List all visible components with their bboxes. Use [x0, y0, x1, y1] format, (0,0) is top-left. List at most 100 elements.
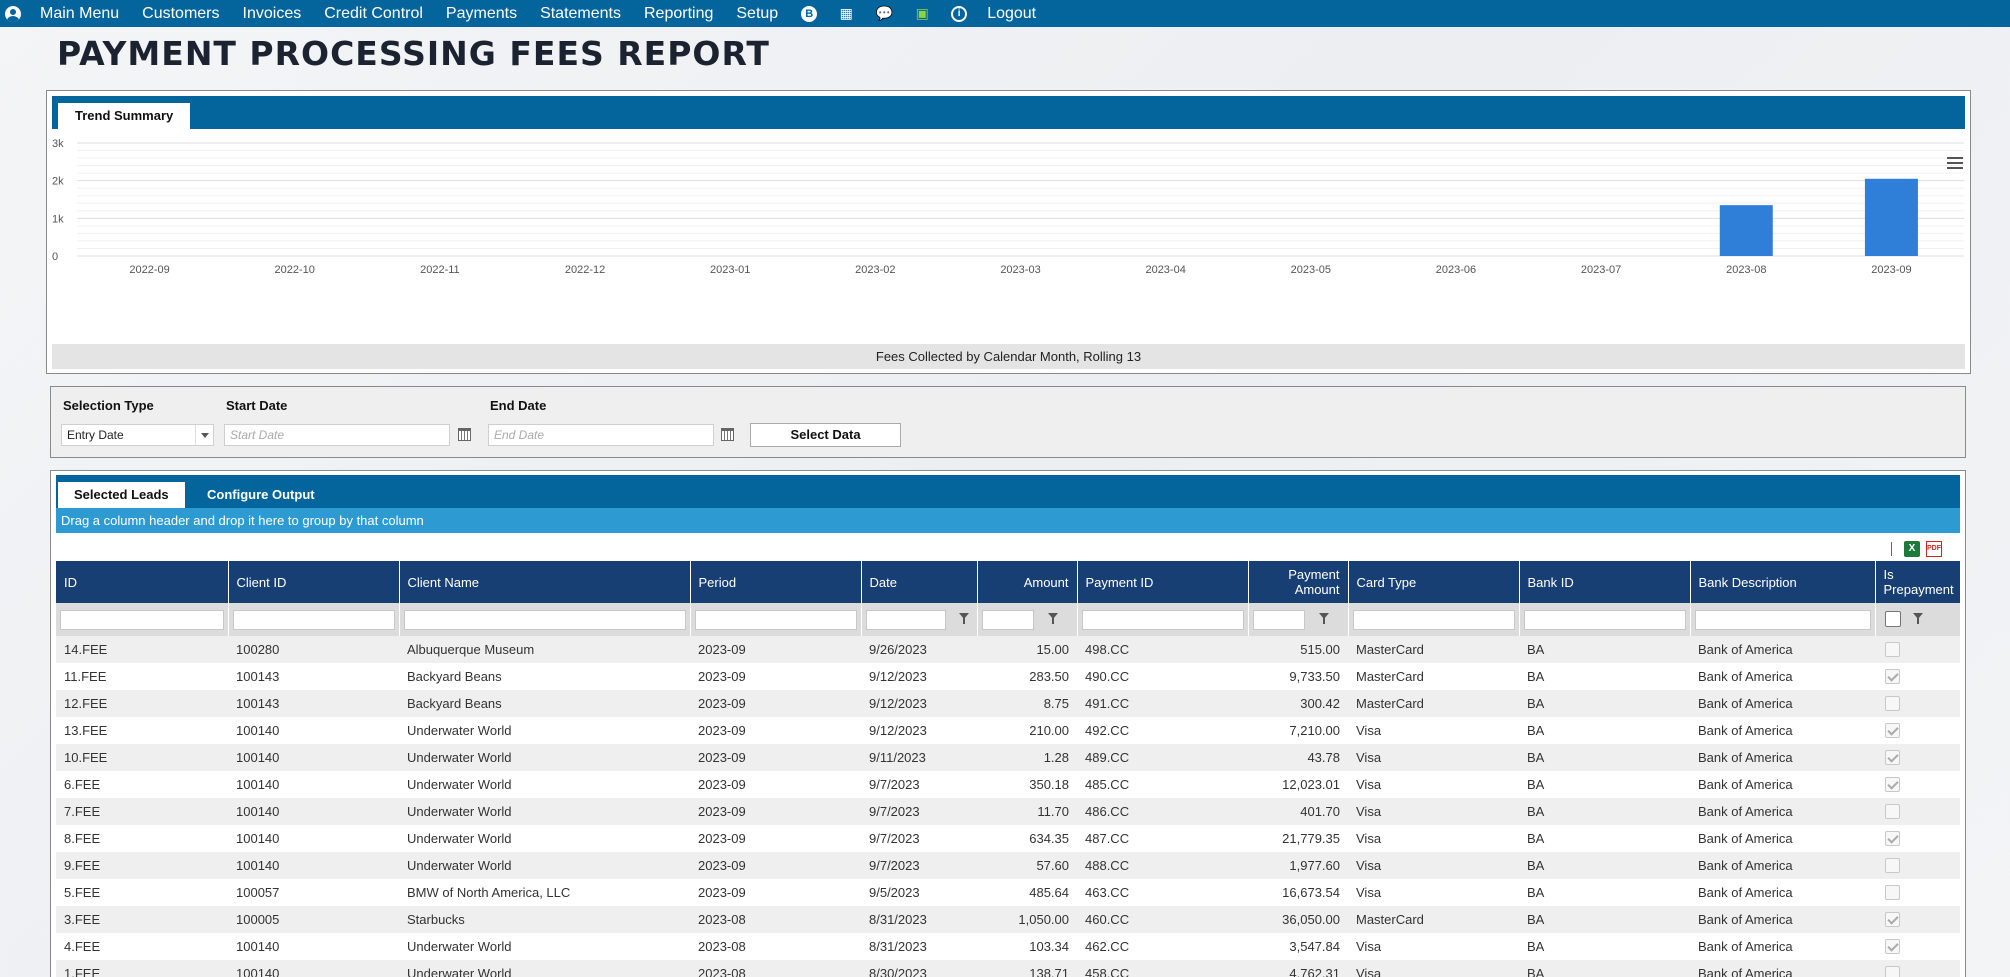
cell-payment-amount: 12,023.01	[1248, 771, 1348, 798]
nav-setup[interactable]: Setup	[736, 5, 778, 23]
prepayment-checkbox[interactable]	[1885, 939, 1900, 954]
prepayment-checkbox[interactable]	[1885, 858, 1900, 873]
filter-bank-id-input[interactable]	[1523, 609, 1686, 630]
table-row[interactable]: 12.FEE 100143 Backyard Beans 2023-09 9/12/20…	[56, 690, 1960, 717]
prepayment-checkbox[interactable]	[1885, 723, 1900, 738]
chevron-down-icon[interactable]	[195, 425, 213, 445]
cell-is-prepayment	[1875, 852, 1960, 879]
col-header-payment-amount[interactable]: Payment Amount	[1248, 561, 1349, 603]
cell-date: 9/12/2023	[861, 690, 977, 717]
table-row[interactable]: 11.FEE 100143 Backyard Beans 2023-09 9/12/20…	[56, 663, 1960, 690]
prepayment-checkbox[interactable]	[1885, 912, 1900, 927]
start-date-input[interactable]: Start Date	[224, 424, 450, 446]
nav-main-menu[interactable]: Main Menu	[40, 5, 119, 23]
cell-is-prepayment	[1875, 798, 1960, 825]
filter-icon[interactable]	[958, 613, 969, 624]
nav-statements[interactable]: Statements	[540, 5, 621, 23]
nav-invoices[interactable]: Invoices	[243, 5, 302, 23]
filter-payment-amount-input[interactable]	[1252, 609, 1305, 630]
col-header-date[interactable]: Date	[861, 561, 978, 603]
y-tick-label: 3k	[52, 138, 64, 150]
table-row[interactable]: 10.FEE 100140 Underwater World 2023-09 9/11/…	[56, 744, 1960, 771]
info-icon[interactable]: i	[951, 5, 968, 22]
prepayment-checkbox[interactable]	[1885, 750, 1900, 765]
x-tick-label: 2023-05	[1291, 264, 1331, 276]
select-data-button[interactable]: Select Data	[750, 423, 901, 447]
table-row[interactable]: 4.FEE 100140 Underwater World 2023-08 8/31/2…	[56, 933, 1960, 960]
filter-period-input[interactable]	[694, 609, 857, 630]
cell-payment-amount: 7,210.00	[1248, 717, 1348, 744]
filter-card-type-input[interactable]	[1352, 609, 1515, 630]
filter-client-id-input[interactable]	[232, 609, 395, 630]
col-header-amount[interactable]: Amount	[977, 561, 1078, 603]
cell-card-type: Visa	[1348, 717, 1519, 744]
col-header-payment-id[interactable]: Payment ID	[1077, 561, 1249, 603]
b-badge-icon[interactable]: B	[801, 5, 818, 22]
cell-client-name: Underwater World	[399, 798, 690, 825]
nav-credit-control[interactable]: Credit Control	[324, 5, 423, 23]
prepayment-checkbox[interactable]	[1885, 831, 1900, 846]
tab-trend-summary[interactable]: Trend Summary	[58, 103, 191, 129]
cell-date: 9/5/2023	[861, 879, 977, 906]
table-row[interactable]: 6.FEE 100140 Underwater World 2023-09 9/7/20…	[56, 771, 1960, 798]
calendar-icon[interactable]	[721, 428, 734, 441]
prepayment-checkbox[interactable]	[1885, 966, 1900, 977]
col-header-period[interactable]: Period	[690, 561, 862, 603]
prepayment-checkbox[interactable]	[1885, 669, 1900, 684]
filter-payment-id-input[interactable]	[1081, 609, 1244, 630]
cell-amount: 1,050.00	[977, 906, 1077, 933]
cell-card-type: Visa	[1348, 852, 1519, 879]
col-header-id[interactable]: ID	[56, 561, 229, 603]
chat-icon[interactable]: 💬	[875, 5, 893, 23]
col-header-client-name[interactable]: Client Name	[399, 561, 691, 603]
table-row[interactable]: 1.FEE 100140 Underwater World 2023-08 8/30/2…	[56, 960, 1960, 977]
col-header-card-type[interactable]: Card Type	[1348, 561, 1520, 603]
table-row[interactable]: 14.FEE 100280 Albuquerque Museum 2023-09 9/2…	[56, 636, 1960, 663]
prepayment-checkbox[interactable]	[1885, 642, 1900, 657]
excel-export-icon[interactable]: X	[1904, 541, 1920, 557]
nav-logout[interactable]: Logout	[987, 5, 1036, 23]
filter-icon[interactable]	[1912, 613, 1923, 624]
filter-prepayment-checkbox[interactable]	[1884, 611, 1901, 627]
nav-payments[interactable]: Payments	[446, 5, 517, 23]
pdf-export-icon[interactable]: PDF	[1926, 541, 1942, 557]
user-icon[interactable]	[5, 5, 21, 22]
selection-type-dropdown[interactable]: Entry Date	[61, 424, 214, 446]
end-date-input[interactable]: End Date	[488, 424, 714, 446]
prepayment-checkbox[interactable]	[1885, 777, 1900, 792]
table-row[interactable]: 13.FEE 100140 Underwater World 2023-09 9/12/…	[56, 717, 1960, 744]
cell-is-prepayment	[1875, 690, 1960, 717]
cell-id: 14.FEE	[56, 636, 228, 663]
filter-id-input[interactable]	[60, 609, 224, 630]
table-row[interactable]: 3.FEE 100005 Starbucks 2023-08 8/31/2023 1,05…	[56, 906, 1960, 933]
calendar-icon[interactable]	[458, 428, 471, 441]
group-by-bar[interactable]: Drag a column header and drop it here to…	[56, 508, 1960, 533]
col-header-client-id[interactable]: Client ID	[228, 561, 400, 603]
grid-apps-icon[interactable]: ▦	[837, 5, 855, 23]
tab-selected-leads[interactable]: Selected Leads	[58, 482, 185, 508]
table-row[interactable]: 5.FEE 100057 BMW of North America, LLC 2023…	[56, 879, 1960, 906]
nav-reporting[interactable]: Reporting	[644, 5, 713, 23]
table-row[interactable]: 8.FEE 100140 Underwater World 2023-09 9/7/20…	[56, 825, 1960, 852]
prepayment-checkbox[interactable]	[1885, 885, 1900, 900]
filter-bank-description-input[interactable]	[1694, 609, 1871, 630]
table-row[interactable]: 9.FEE 100140 Underwater World 2023-09 9/7/20…	[56, 852, 1960, 879]
table-row[interactable]: 7.FEE 100140 Underwater World 2023-09 9/7/20…	[56, 798, 1960, 825]
nav-customers[interactable]: Customers	[142, 5, 219, 23]
filter-icon[interactable]	[1318, 613, 1329, 624]
prepayment-checkbox[interactable]	[1885, 696, 1900, 711]
chart-menu-icon[interactable]	[1947, 157, 1963, 171]
col-header-bank-id[interactable]: Bank ID	[1519, 561, 1691, 603]
prepayment-checkbox[interactable]	[1885, 804, 1900, 819]
cell-amount: 138.71	[977, 960, 1077, 977]
filter-amount-input[interactable]	[981, 609, 1034, 630]
filter-date-input[interactable]	[865, 609, 946, 630]
tv-icon[interactable]: ▣	[913, 5, 931, 23]
col-header-bank-description[interactable]: Bank Description	[1690, 561, 1876, 603]
filter-client-name-input[interactable]	[403, 609, 686, 630]
tab-configure-output[interactable]: Configure Output	[191, 482, 331, 508]
chart-bar[interactable]	[1864, 178, 1918, 256]
col-header-is-prepayment[interactable]: Is Prepayment	[1875, 561, 1961, 603]
chart-bar[interactable]	[1719, 205, 1773, 256]
filter-icon[interactable]	[1047, 613, 1058, 624]
